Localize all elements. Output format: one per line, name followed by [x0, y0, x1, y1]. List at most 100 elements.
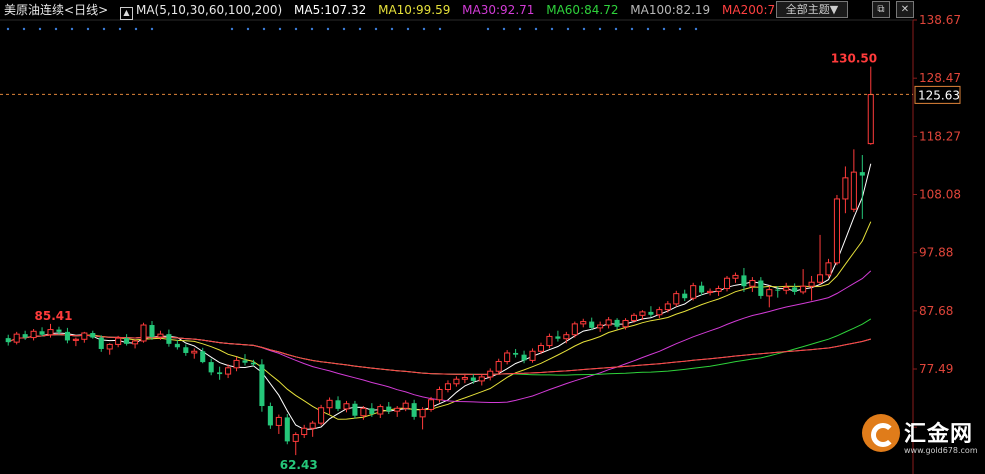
candle-body: [360, 407, 367, 417]
marker-dot: [102, 27, 106, 31]
candle-body: [115, 337, 122, 345]
marker-dot: [486, 27, 490, 31]
marker-dot: [86, 27, 90, 31]
y-tick-label: 87.68: [919, 304, 953, 318]
marker-dot: [406, 27, 410, 31]
marker-dot: [342, 27, 346, 31]
candle-body: [428, 399, 435, 410]
candle-body: [326, 399, 333, 409]
candle-body: [682, 293, 688, 299]
instrument-name: 美原油连续: [4, 3, 65, 17]
candle-body: [707, 290, 714, 294]
ma-params[interactable]: MA(5,10,30,60,100,200): [136, 3, 282, 17]
candlestick-chart: 138.67 128.47 118.27 108.08 97.88 87.68 77.49 1…: [0, 13, 961, 474]
candle-body: [157, 333, 164, 338]
candle-body: [690, 285, 697, 299]
candle-body: [723, 277, 731, 290]
marker-dot: [38, 27, 42, 31]
candle-body: [504, 352, 511, 363]
candle-body: [13, 333, 20, 343]
marker-dot: [118, 27, 122, 31]
candle-body: [495, 361, 502, 372]
candle-body: [369, 408, 375, 415]
candle-body: [411, 403, 417, 417]
candle-body: [124, 338, 130, 344]
marker-dot: [246, 27, 250, 31]
close-button[interactable]: ✕: [896, 1, 914, 18]
y-tick-label: 138.67: [919, 13, 961, 27]
candle-body: [343, 403, 350, 410]
candle-body: [699, 285, 705, 293]
candle-body: [419, 408, 426, 418]
marker-dot: [534, 27, 538, 31]
candle-body: [208, 362, 214, 373]
candle-body: [284, 417, 290, 442]
marker-dot: [614, 27, 618, 31]
candle-body: [461, 376, 468, 380]
marker-dot: [22, 27, 26, 31]
marker-dot: [310, 27, 314, 31]
marker-dot: [326, 27, 330, 31]
marker-dot: [662, 27, 666, 31]
restore-button[interactable]: ⧉: [872, 1, 890, 18]
candle-body: [386, 406, 392, 412]
candle-body: [335, 400, 341, 409]
candle-body: [436, 388, 443, 401]
candle-body: [859, 172, 865, 176]
candle-body: [301, 427, 308, 436]
candle-body: [521, 354, 527, 361]
candle-body: [444, 383, 451, 390]
ma200-line: [7, 333, 871, 375]
candle-body: [825, 262, 832, 276]
marker-dot: [518, 27, 522, 31]
candle-body: [622, 319, 629, 328]
candle-body: [715, 288, 722, 292]
candle-body: [842, 177, 849, 200]
candle-body: [174, 343, 180, 348]
candle-body: [318, 407, 325, 424]
candle-body: [56, 329, 62, 332]
ma60-line: [7, 318, 872, 376]
marker-dot: [134, 27, 138, 31]
y-tick-label: 108.08: [919, 188, 961, 202]
marker-dot: [582, 27, 586, 31]
price-annotation: 85.41: [35, 309, 73, 323]
candle-body: [758, 280, 764, 296]
marker-dot: [678, 27, 682, 31]
y-tick-label: 118.27: [919, 129, 961, 143]
watermark: 汇金网 www.gold678.com: [862, 410, 980, 466]
ma30-line: [7, 270, 872, 403]
watermark-url: www.gold678.com: [904, 446, 978, 455]
marker-dot: [150, 27, 154, 31]
candle-body: [563, 334, 570, 340]
theme-dropdown[interactable]: 全部主题▼: [776, 1, 848, 18]
candle-body: [741, 275, 747, 287]
ma5-value: MA5:107.32: [294, 3, 367, 17]
marker-dot: [694, 27, 698, 31]
candle-body: [394, 407, 401, 412]
marker-dot: [230, 27, 234, 31]
candle-body: [589, 321, 595, 328]
candle-body: [140, 324, 147, 342]
candle-body: [267, 406, 273, 426]
indicator-settings-icon[interactable]: ▲: [119, 7, 133, 20]
candle-body: [149, 325, 155, 337]
candle-body: [792, 287, 798, 292]
candle-body: [352, 403, 358, 416]
candle-body: [47, 329, 54, 336]
candle-body: [487, 370, 494, 378]
candle-body: [30, 330, 37, 339]
candle-body: [64, 331, 70, 341]
candle-body: [766, 289, 773, 297]
candle-body: [106, 343, 113, 350]
candle-body: [571, 323, 578, 336]
candle-body: [639, 311, 646, 316]
candle-body: [200, 351, 206, 363]
y-tick-label: 77.49: [919, 362, 953, 376]
candle-body: [217, 372, 223, 375]
period-label[interactable]: <日线>: [64, 3, 108, 17]
marker-dot: [390, 27, 394, 31]
candle-body: [850, 171, 857, 210]
candle-body: [867, 94, 874, 145]
candle-body: [648, 311, 654, 315]
